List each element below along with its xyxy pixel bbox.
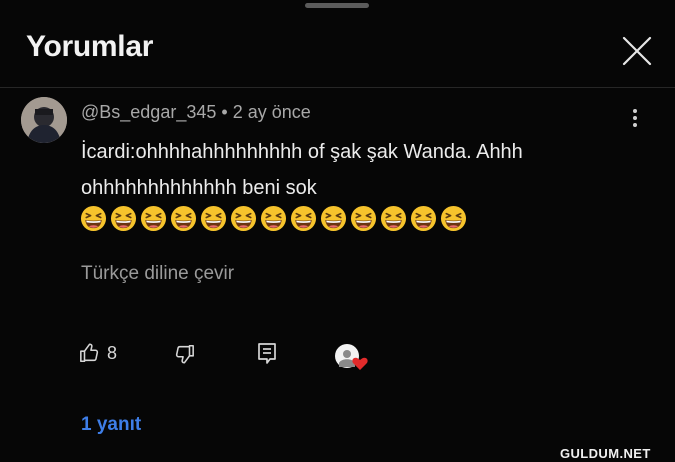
emoji-row bbox=[80, 205, 467, 232]
grinning-squinting-face-emoji bbox=[230, 205, 257, 232]
grinning-squinting-face-emoji bbox=[440, 205, 467, 232]
grinning-squinting-face-emoji bbox=[290, 205, 317, 232]
creator-heart-icon bbox=[335, 344, 368, 370]
grinning-squinting-face-emoji bbox=[410, 205, 437, 232]
grinning-squinting-face-emoji bbox=[140, 205, 167, 232]
panel-title: Yorumlar bbox=[26, 30, 154, 63]
comment-timestamp: 2 ay önce bbox=[232, 102, 311, 122]
close-button[interactable] bbox=[617, 31, 657, 71]
comments-panel: Yorumlar @Bs_edgar_345 • 2 ay önce İcardi:… bbox=[0, 0, 675, 462]
comment-text: İcardi:ohhhhahhhhhhhhh of şak şak Wanda.… bbox=[81, 141, 523, 199]
thumbs-up-icon bbox=[80, 343, 99, 363]
grinning-squinting-face-emoji bbox=[200, 205, 227, 232]
meta-separator: • bbox=[221, 102, 228, 122]
grinning-squinting-face-emoji bbox=[350, 205, 377, 232]
grinning-squinting-face-emoji bbox=[320, 205, 347, 232]
thumbs-down-icon bbox=[175, 344, 194, 364]
comment-actions: 8 bbox=[0, 338, 675, 374]
replies-link[interactable]: 1 yanıt bbox=[81, 414, 141, 436]
like-button[interactable]: 8 bbox=[79, 342, 117, 364]
grinning-squinting-face-emoji bbox=[170, 205, 197, 232]
avatar[interactable] bbox=[21, 97, 67, 143]
comments-header: Yorumlar bbox=[0, 0, 675, 88]
creator-heart-badge bbox=[333, 341, 369, 373]
more-vert-icon bbox=[633, 109, 637, 113]
grinning-squinting-face-emoji bbox=[110, 205, 137, 232]
dislike-button[interactable] bbox=[173, 343, 195, 365]
reply-comment-icon bbox=[258, 343, 276, 364]
grinning-squinting-face-emoji bbox=[380, 205, 407, 232]
close-icon bbox=[622, 36, 652, 66]
like-count: 8 bbox=[107, 342, 118, 363]
grinning-squinting-face-emoji bbox=[80, 205, 107, 232]
watermark: GULDUM.NET bbox=[560, 446, 651, 461]
translate-link[interactable]: Türkçe diline çevir bbox=[81, 263, 234, 285]
more-options-button[interactable] bbox=[622, 105, 648, 131]
reply-button[interactable] bbox=[256, 342, 278, 366]
grinning-squinting-face-emoji bbox=[260, 205, 287, 232]
comment-meta: @Bs_edgar_345 • 2 ay önce bbox=[81, 102, 311, 123]
author-name[interactable]: @Bs_edgar_345 bbox=[81, 102, 216, 122]
